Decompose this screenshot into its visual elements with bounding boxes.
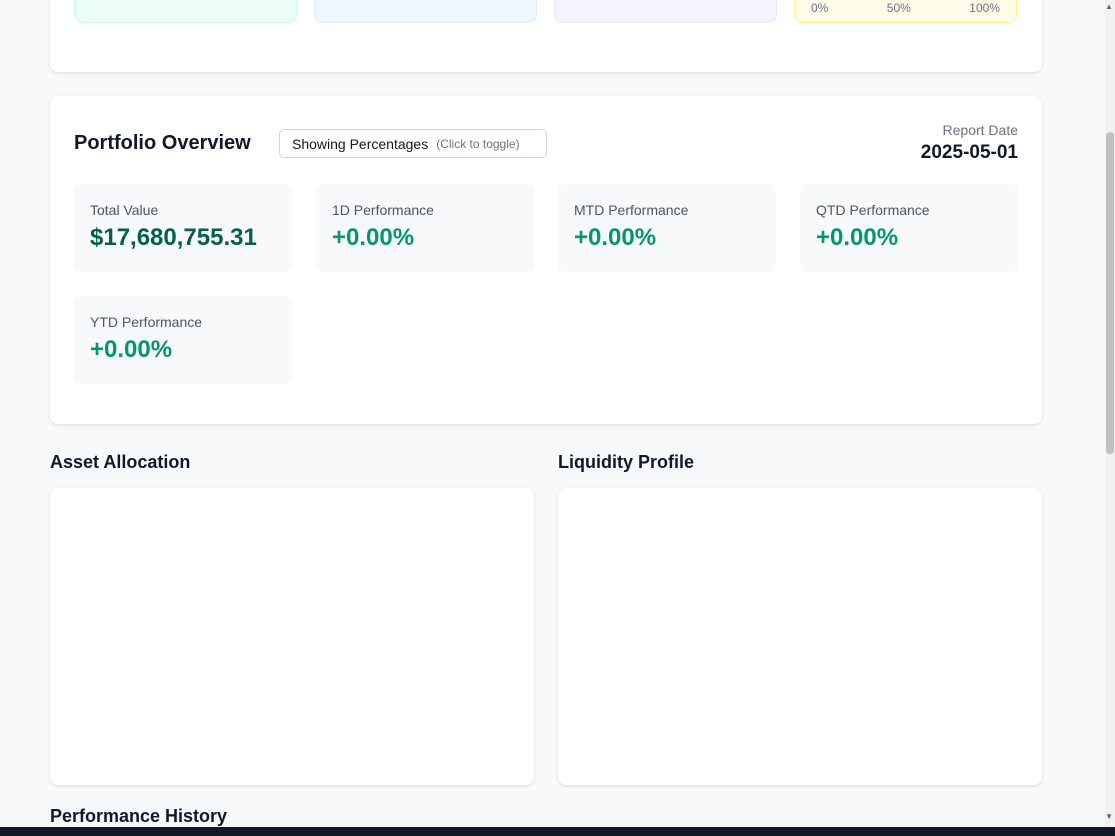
metric-value: +0.00% [574, 224, 657, 251]
tick-label: 50% [886, 1, 911, 15]
metric-label: 1D Performance [332, 202, 434, 218]
portfolio-overview-card: Portfolio Overview Showing Percentages (… [50, 96, 1042, 424]
metric-label: YTD Performance [90, 314, 203, 330]
metric-value: $17,680,755.31 [90, 224, 257, 251]
summary-tile-yellow: 0% 50% 100% [794, 0, 1017, 23]
toggle-label: Showing Percentages [292, 135, 429, 152]
scrollbar[interactable]: ▲ ▼ [1105, 0, 1115, 827]
liquidity-profile-heading: Liquidity Profile [558, 452, 695, 472]
summary-card: 0% 50% 100% [50, 0, 1042, 72]
metric-label: QTD Performance [816, 202, 930, 218]
tick-label: 0% [811, 1, 829, 15]
scroll-up-icon[interactable]: ▲ [1105, 2, 1113, 11]
metric-value: +0.00% [90, 336, 173, 363]
metric-1d-performance: 1D Performance +0.00% [316, 184, 534, 272]
metric-value: +0.00% [816, 224, 899, 251]
page-title: Portfolio Overview [74, 132, 251, 154]
tick-label: 100% [969, 1, 1000, 15]
taskbar [0, 827, 1115, 836]
metric-value: +0.00% [332, 224, 415, 251]
scrollbar-thumb[interactable] [1106, 132, 1114, 454]
report-date-label: Report Date [942, 122, 1018, 138]
metric-label: Total Value [90, 202, 159, 218]
metric-mtd-performance: MTD Performance +0.00% [558, 184, 776, 272]
asset-allocation-chart [50, 488, 534, 785]
report-date: 2025-05-01 [920, 142, 1018, 163]
scroll-down-icon[interactable]: ▼ [1105, 812, 1113, 821]
metric-total-value: Total Value $17,680,755.31 [74, 184, 292, 272]
summary-tile-blue [314, 0, 537, 23]
summary-tile-green [74, 0, 297, 23]
metric-ytd-performance: YTD Performance +0.00% [74, 296, 292, 384]
summary-tile-purple [554, 0, 777, 23]
asset-allocation-heading: Asset Allocation [50, 452, 191, 472]
toggle-hint: (Click to toggle) [436, 136, 520, 151]
metric-label: MTD Performance [574, 202, 689, 218]
scale-ticks: 0% 50% 100% [811, 1, 1000, 15]
metric-qtd-performance: QTD Performance +0.00% [800, 184, 1018, 272]
liquidity-profile-chart [558, 488, 1042, 785]
percentage-toggle-button[interactable]: Showing Percentages (Click to toggle) [279, 129, 547, 158]
performance-history-heading: Performance History [50, 806, 228, 826]
